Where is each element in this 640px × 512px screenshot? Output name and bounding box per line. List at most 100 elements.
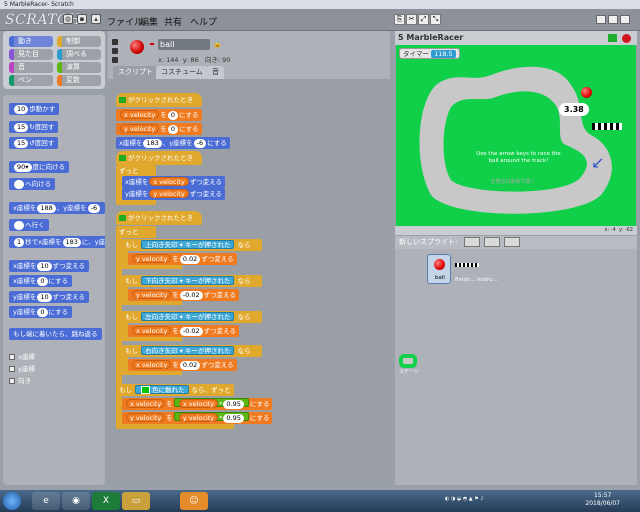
tab-sounds[interactable]: 音 xyxy=(207,66,224,79)
new-sprite-bar: 新しいスプライト: xyxy=(395,236,637,249)
palette-goto-block[interactable]: へ行く xyxy=(9,219,49,231)
palette-glide-block[interactable]: 1 秒でx座標を 183 に、y座 xyxy=(9,236,105,248)
when-flag-clicked-hat-3[interactable]: がクリックされたとき xyxy=(116,211,202,225)
palette-point-towards-block[interactable]: へ向ける xyxy=(9,178,56,190)
choose-sprite-icon[interactable] xyxy=(483,237,500,247)
browser-icon[interactable]: ◉ xyxy=(62,492,90,510)
window-title: 5 MarbleRacer- Scratch xyxy=(0,0,640,9)
ie-icon[interactable]: e xyxy=(32,492,60,510)
clock[interactable]: 15:57 2018/06/07 xyxy=(585,492,620,508)
timer-monitor: タイマー 118.5 xyxy=(399,48,460,59)
explorer-icon[interactable]: ▭ xyxy=(122,492,150,510)
category-motion[interactable]: 動き xyxy=(9,36,53,47)
menu-file[interactable]: ファイル xyxy=(107,15,143,28)
grow-icon[interactable]: ⤢ xyxy=(418,14,429,25)
change-x-by-velocity-block[interactable]: x座標を x velocity ずつ変える xyxy=(122,176,225,188)
start-button[interactable] xyxy=(3,492,21,510)
menu-help[interactable]: ヘルプ xyxy=(190,15,217,28)
if-key-up-block[interactable]: もし 上向き矢印 ▾ キーが押された なら xyxy=(122,239,262,251)
race-track xyxy=(419,66,612,214)
set-x-velocity-friction-block[interactable]: x velocity を x velocity * 0.95 にする xyxy=(122,398,273,410)
tab-scripts[interactable]: スクリプト xyxy=(113,66,158,79)
ball-sprite[interactable] xyxy=(581,87,592,98)
category-sensing[interactable]: 調べる xyxy=(57,49,101,60)
stage[interactable]: タイマー 118.5 3.38 Use the arrow keys to ra… xyxy=(396,45,636,226)
category-variables[interactable]: 変数 xyxy=(57,75,101,86)
palette-turn-cw-block[interactable]: 15 ↻度回す xyxy=(9,121,59,133)
rotate-full-icon[interactable] xyxy=(112,39,118,45)
finish-line xyxy=(592,123,622,130)
system-tray[interactable]: ◐ ◑ ◒ ◓ ▲ ⚑ ♪ xyxy=(445,496,575,506)
sprite-list: ball finish... instru... ステージ xyxy=(395,249,637,485)
category-pen[interactable]: ペン xyxy=(9,75,53,86)
green-flag-icon xyxy=(119,97,126,103)
palette-bounce-block[interactable]: もし端に着いたら、跳ね返る xyxy=(9,328,102,340)
change-x-velocity-right-block[interactable]: x velocity を 0.02 ずつ変える xyxy=(128,359,237,371)
set-y-velocity-friction-block[interactable]: y velocity を y velocity * 0.95 にする xyxy=(122,412,273,424)
stop-button[interactable] xyxy=(622,34,631,43)
tab-costumes[interactable]: コスチューム xyxy=(156,66,208,79)
random-sprite-icon[interactable] xyxy=(504,237,521,247)
share-icon[interactable]: ▴ xyxy=(91,14,101,24)
presentation-icon[interactable] xyxy=(620,15,630,24)
palette-turn-ccw-block[interactable]: 15 ↺度回す xyxy=(9,137,59,149)
save-icon[interactable]: ▪ xyxy=(77,14,87,24)
when-flag-clicked-hat-2[interactable]: がクリックされたとき xyxy=(116,151,202,165)
menu-share[interactable]: 共有 xyxy=(164,15,182,28)
change-y-by-velocity-block[interactable]: y座標を y velocity ずつ変える xyxy=(122,188,225,200)
palette-change-y-block[interactable]: y座標を 10 ずつ変える xyxy=(9,291,89,303)
excel-icon[interactable]: X xyxy=(92,492,120,510)
palette-set-y-block[interactable]: y座標を 0 にする xyxy=(9,306,73,318)
rotate-none-icon[interactable] xyxy=(112,57,118,63)
globe-icon[interactable]: ◍ xyxy=(63,14,73,24)
when-flag-clicked-hat[interactable]: がクリックされたとき xyxy=(116,93,202,107)
scratch-taskbar-icon[interactable]: ☺ xyxy=(180,492,208,510)
palette-set-x-block[interactable]: x座標を 0 にする xyxy=(9,275,73,287)
set-y-velocity-block[interactable]: y velocity を 0 にする xyxy=(116,123,202,135)
set-x-velocity-block[interactable]: x velocity を 0 にする xyxy=(116,109,202,121)
stage-header: 5 MarbleRacer xyxy=(395,31,637,45)
green-flag-button[interactable] xyxy=(608,34,617,42)
view-mode-buttons xyxy=(594,15,630,26)
sprite-name-field[interactable]: ball xyxy=(158,39,210,50)
stage-coords: x: -4 y: -62 xyxy=(395,226,637,235)
palette-goto-xy-block[interactable]: x座標を 188 、y座標を -6 xyxy=(9,202,105,214)
stage-thumbnail[interactable]: ステージ xyxy=(399,354,419,376)
category-operators[interactable]: 演算 xyxy=(57,62,101,73)
if-end xyxy=(122,337,182,341)
change-x-velocity-left-block[interactable]: x velocity を -0.02 ずつ変える xyxy=(128,325,239,337)
category-panel: 動き 制御 見た目 調べる 音 演算 ペン 変数 xyxy=(3,31,105,89)
if-key-left-block[interactable]: もし 左向き矢印 ▾ キーが押された なら xyxy=(122,311,262,323)
category-sound[interactable]: 音 xyxy=(9,62,53,73)
delete-icon[interactable]: ✂ xyxy=(406,14,417,25)
paint-sprite-icon[interactable] xyxy=(463,237,480,247)
palette-point-direction-block[interactable]: 90▾ 度に向ける xyxy=(9,161,70,173)
checkbox-x-position[interactable]: x座標 xyxy=(9,351,35,361)
change-y-velocity-down-block[interactable]: y velocity を -0.02 ずつ変える xyxy=(128,289,239,301)
direction-indicator[interactable] xyxy=(150,43,154,45)
checkbox-direction[interactable]: 向き xyxy=(9,375,31,385)
menu-edit[interactable]: 編集 xyxy=(140,15,158,28)
forever-if-touching-color-block[interactable]: もし 色に触れた なら、ずっと xyxy=(116,384,234,396)
small-stage-icon[interactable] xyxy=(596,15,606,24)
category-control[interactable]: 制御 xyxy=(57,36,101,47)
if-key-right-block[interactable]: もし 右向き矢印 ▾ キーが押された なら xyxy=(122,345,262,357)
color-swatch[interactable] xyxy=(141,386,151,394)
normal-stage-icon[interactable] xyxy=(608,15,618,24)
goto-xy-block[interactable]: x座標を 183 、y座標を -6 にする xyxy=(116,137,230,149)
palette-change-x-block[interactable]: x座標を 10 ずつ変える xyxy=(9,260,89,272)
scripts-area[interactable]: がクリックされたとき x velocity を 0 にする y velocity を 0 に… xyxy=(108,79,390,485)
checkbox-y-position[interactable]: y座標 xyxy=(9,363,35,373)
category-looks[interactable]: 見た目 xyxy=(9,49,53,60)
arrow-hint: ↙ xyxy=(591,153,605,172)
duplicate-icon[interactable]: ⎘ xyxy=(394,14,405,25)
palette-move-block[interactable]: 10 歩動かす xyxy=(9,103,60,115)
sprite-tile-ball[interactable]: ball xyxy=(427,254,451,284)
forever-block-2[interactable]: ずっと xyxy=(116,226,156,238)
shrink-icon[interactable]: ⤡ xyxy=(430,14,441,25)
change-y-velocity-up-block[interactable]: y velocity を 0.02 ずつ変える xyxy=(128,253,237,265)
if-key-down-block[interactable]: もし 下向き矢印 ▾ キーが押された なら xyxy=(122,275,262,287)
rotate-flip-icon[interactable] xyxy=(112,48,118,54)
finish-sprite-thumbnail[interactable] xyxy=(455,263,479,267)
lock-icon[interactable]: 🔒 xyxy=(213,40,222,48)
